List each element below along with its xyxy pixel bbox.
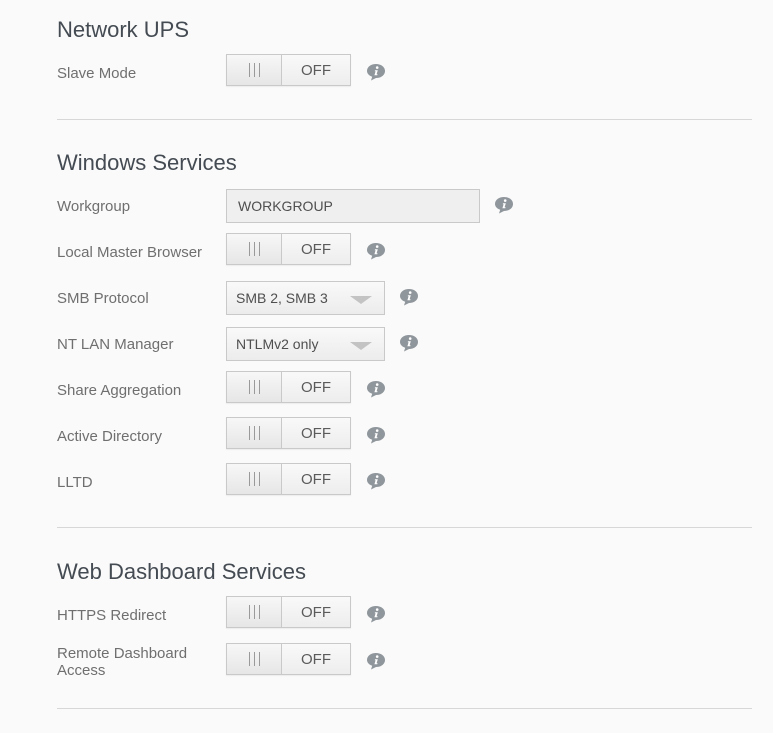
- toggle-state: OFF: [282, 644, 350, 674]
- label-smb-protocol: SMB Protocol: [57, 290, 149, 307]
- info-icon[interactable]: [399, 334, 419, 352]
- section-title-windows-services: Windows Services: [57, 150, 237, 175]
- label-remote-dashboard-access: Remote Dashboard Access: [57, 645, 187, 679]
- nt-lan-manager-select[interactable]: NTLMv2 only: [226, 327, 385, 361]
- section-title-network-ups: Network UPS: [57, 17, 190, 42]
- label-slave-mode: Slave Mode: [57, 65, 137, 82]
- label-workgroup: Workgroup: [57, 198, 131, 215]
- info-icon[interactable]: [366, 472, 386, 490]
- label-line: Remote Dashboard: [57, 645, 188, 662]
- toggle-state: OFF: [282, 234, 350, 264]
- section-divider: [57, 708, 752, 709]
- caret-down-icon: [350, 296, 372, 304]
- grip-lines-icon: [227, 372, 282, 402]
- toggle-share-aggregation[interactable]: OFF: [226, 371, 351, 403]
- toggle-state: OFF: [282, 597, 350, 627]
- toggle-https-redirect[interactable]: OFF: [226, 596, 351, 628]
- toggle-lltd[interactable]: OFF: [226, 463, 351, 495]
- grip-lines-icon: [227, 55, 282, 85]
- toggle-state: OFF: [282, 55, 350, 85]
- toggle-local-master-browser[interactable]: OFF: [226, 233, 351, 265]
- info-icon[interactable]: [366, 380, 386, 398]
- label-active-directory: Active Directory: [57, 428, 163, 445]
- info-icon[interactable]: [366, 652, 386, 670]
- toggle-state: OFF: [282, 464, 350, 494]
- info-icon[interactable]: [494, 196, 514, 214]
- info-icon[interactable]: [366, 426, 386, 444]
- section-title-web-dashboard-services: Web Dashboard Services: [57, 559, 307, 584]
- grip-lines-icon: [227, 464, 282, 494]
- section-divider: [57, 119, 752, 120]
- toggle-remote-dashboard-access[interactable]: OFF: [226, 643, 351, 675]
- info-icon[interactable]: [399, 288, 419, 306]
- caret-down-icon: [350, 342, 372, 350]
- label-line: Access: [57, 662, 106, 679]
- info-icon[interactable]: [366, 605, 386, 623]
- smb-protocol-select[interactable]: SMB 2, SMB 3: [226, 281, 385, 315]
- section-divider: [57, 527, 752, 528]
- info-icon[interactable]: [366, 63, 386, 81]
- toggle-state: OFF: [282, 372, 350, 402]
- grip-lines-icon: [227, 418, 282, 448]
- info-icon[interactable]: [366, 242, 386, 260]
- toggle-slave-mode[interactable]: OFF: [226, 54, 351, 86]
- label-share-aggregation: Share Aggregation: [57, 382, 182, 399]
- selected-value: NTLMv2 only: [236, 336, 319, 352]
- selected-value: SMB 2, SMB 3: [236, 290, 328, 306]
- grip-lines-icon: [227, 644, 282, 674]
- workgroup-input[interactable]: [226, 189, 480, 223]
- label-lltd: LLTD: [57, 474, 93, 491]
- label-nt-lan-manager: NT LAN Manager: [57, 336, 174, 353]
- toggle-active-directory[interactable]: OFF: [226, 417, 351, 449]
- grip-lines-icon: [227, 597, 282, 627]
- toggle-state: OFF: [282, 418, 350, 448]
- label-https-redirect: HTTPS Redirect: [57, 607, 167, 624]
- label-local-master-browser: Local Master Browser: [57, 244, 203, 261]
- grip-lines-icon: [227, 234, 282, 264]
